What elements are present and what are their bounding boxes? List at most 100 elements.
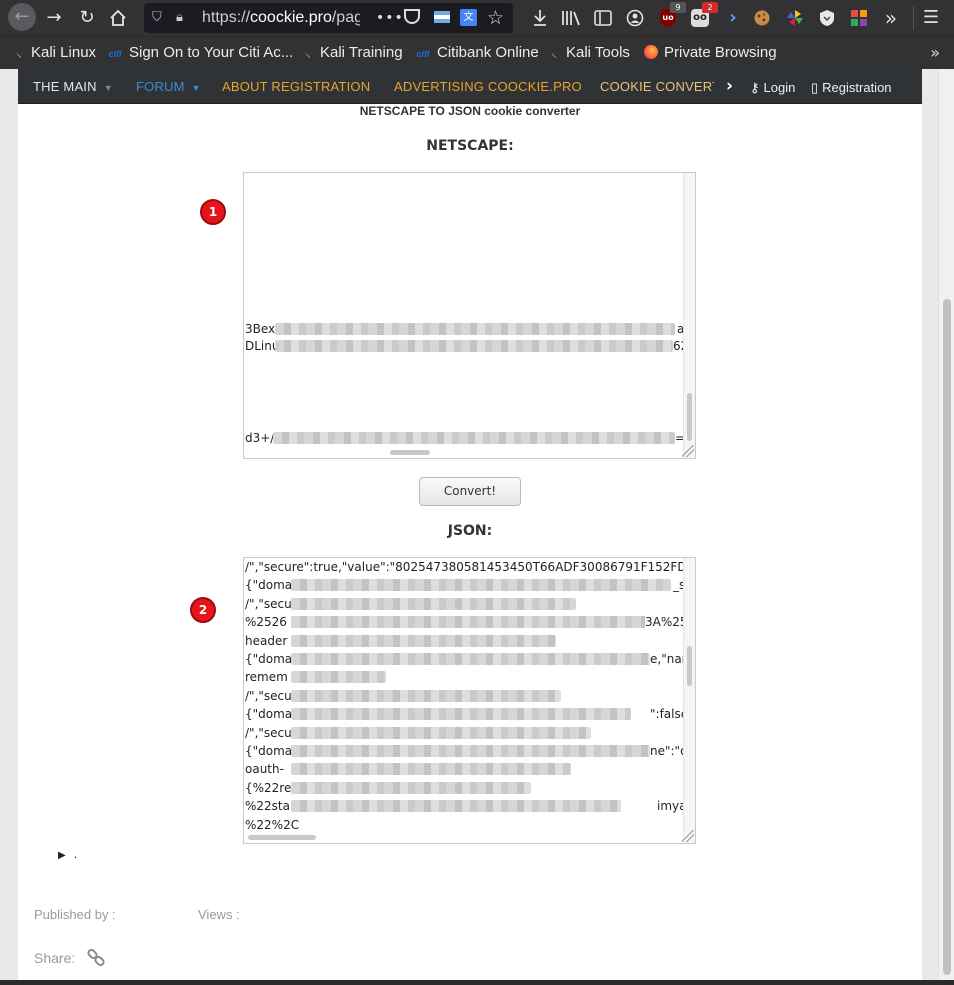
argentina-flag-icon[interactable] <box>434 11 450 23</box>
kali-dragon-icon: ⸜ <box>304 46 311 60</box>
nav-scroll-right-icon[interactable]: › <box>726 69 733 103</box>
redacted-text <box>291 708 631 721</box>
library-icon[interactable] <box>560 6 582 30</box>
json-line: remem <box>245 669 685 685</box>
browser-toolbar: ← → ↻ ⛉ 🔒︎ https://coockie.pro/page ••• … <box>0 0 954 36</box>
json-horizontal-scroll-thumb[interactable] <box>248 835 316 840</box>
url-text[interactable]: https://coockie.pro/page <box>202 3 360 33</box>
bookmark-citibank-online[interactable]: cifi Citibank Online <box>414 37 538 69</box>
redacted-text <box>291 745 671 757</box>
redacted-text <box>291 634 556 647</box>
json-heading: JSON: <box>447 523 493 539</box>
nav-the-main[interactable]: THE MAIN ▼ <box>33 69 113 103</box>
bookmark-citi-signon[interactable]: cifi Sign On to Your Citi Ac... <box>106 37 293 69</box>
url-bar[interactable]: ⛉ 🔒︎ https://coockie.pro/page ••• 文 ☆ <box>144 3 513 33</box>
details-disclosure[interactable]: ▶. <box>58 848 77 861</box>
views-label: Views : <box>198 907 240 922</box>
json-line: {"doma e,"nam <box>245 651 694 667</box>
bookmark-kali-linux[interactable]: ⸜ Kali Linux <box>12 37 96 69</box>
hamburger-menu-button[interactable]: ☰ <box>920 6 942 30</box>
toolbar-overflow-button[interactable]: » <box>880 6 902 30</box>
netscape-horizontal-scroll-thumb[interactable] <box>390 450 430 455</box>
resize-grip-icon[interactable] <box>682 830 694 842</box>
document-icon: ▯ <box>811 80 819 95</box>
redacted-text <box>291 671 386 684</box>
redacted-text <box>273 432 675 444</box>
ublock-badge: 9 <box>670 2 686 13</box>
caret-down-icon: ▼ <box>103 83 113 93</box>
citi-logo-icon: cifi <box>416 49 430 59</box>
share-label: Share: <box>34 950 76 966</box>
bookmark-private-browsing[interactable]: Private Browsing <box>644 37 777 69</box>
redacted-text <box>291 653 661 665</box>
link-icon[interactable] <box>86 948 106 968</box>
reload-icon: ↻ <box>79 7 95 28</box>
json-line: {%22re <box>245 780 685 796</box>
json-line: %22sta imyac <box>245 798 694 815</box>
bookmark-kali-training[interactable]: ⸜ Kali Training <box>301 37 403 69</box>
toolbar-separator <box>913 6 914 30</box>
redacted-text <box>291 800 621 813</box>
nav-cookie-converter[interactable]: COOKIE CONVERTER <box>600 69 714 103</box>
bookmarks-overflow-button[interactable]: » <box>930 37 940 69</box>
netscape-textarea[interactable]: 3Bex a DLinu 62 d3+/ = <box>243 172 696 459</box>
json-line: oauth- <box>245 761 685 777</box>
nav-about-registration[interactable]: ABOUT REGISTRATION <box>222 69 370 103</box>
json-line: {"doma ne":"o <box>245 743 688 759</box>
netscape-vertical-scrollbar[interactable] <box>683 173 695 458</box>
home-button[interactable] <box>106 6 130 30</box>
redacted-text <box>275 323 675 335</box>
registration-link[interactable]: ▯ Registration <box>811 69 892 103</box>
redacted-text <box>275 340 673 352</box>
kali-dragon-icon: ⸜ <box>550 46 557 60</box>
json-scroll-thumb[interactable] <box>687 646 692 686</box>
annotation-marker-2: 2 <box>190 597 216 623</box>
json-line: /","secu <box>245 725 685 741</box>
redacted-text <box>291 726 591 739</box>
json-vertical-scrollbar[interactable] <box>683 558 695 843</box>
key-icon: ⚷ <box>750 80 760 95</box>
caret-down-icon: ▼ <box>191 83 201 93</box>
redacted-text <box>291 781 531 794</box>
netscape-heading: NETSCAPE: <box>426 138 514 154</box>
json-line: /","secure":true,"value":"80254738058145… <box>245 560 694 574</box>
cookie-extension-icon[interactable] <box>752 6 772 30</box>
page-scroll-thumb[interactable] <box>943 299 951 975</box>
json-textarea[interactable]: %22%2C %22sta imyac {%22re oauth- {"doma ne":"… <box>243 557 696 844</box>
back-button[interactable]: ← <box>8 3 36 31</box>
account-icon[interactable] <box>624 6 646 30</box>
json-line: header <box>245 633 685 649</box>
bookmarks-toolbar: ⸜ Kali Linux cifi Sign On to Your Citi Ac.… <box>0 36 954 69</box>
resize-grip-icon[interactable] <box>682 445 694 457</box>
nav-forum[interactable]: FORUM ▼ <box>136 69 201 103</box>
translate-icon[interactable]: 文 <box>460 9 477 26</box>
privacy-badge: 2 <box>702 2 718 13</box>
redacted-text <box>291 763 571 776</box>
nav-advertising[interactable]: ADVERTISING COOCKIE.PRO <box>394 69 582 103</box>
download-icon[interactable] <box>530 6 550 30</box>
sidebar-icon[interactable] <box>592 6 614 30</box>
netscape-line: d3+/ = <box>245 431 686 445</box>
prompt-extension-icon[interactable]: › <box>724 6 742 30</box>
json-line: {"doma_sq"," <box>245 577 695 594</box>
json-line: %22%2C <box>245 817 300 832</box>
lock-icon[interactable]: 🔒︎ <box>176 9 183 27</box>
shield-extension-icon[interactable] <box>817 6 837 30</box>
reload-button[interactable]: ↻ <box>75 6 99 30</box>
login-link[interactable]: ⚷ Login <box>750 69 795 103</box>
citi-logo-icon: cifi <box>108 49 122 59</box>
forward-button[interactable]: → <box>42 6 66 30</box>
bookmark-star-icon[interactable]: ☆ <box>487 5 504 31</box>
annotation-marker-1: 1 <box>200 199 226 225</box>
page-actions-button[interactable]: ••• <box>376 3 404 33</box>
convert-button[interactable]: Convert! <box>419 477 521 506</box>
json-line: /","secu <box>245 688 685 704</box>
netscape-line: 3Bex a <box>245 322 685 336</box>
netscape-scroll-thumb[interactable] <box>687 393 692 441</box>
pinwheel-extension-icon[interactable] <box>784 6 806 30</box>
bookmark-kali-tools[interactable]: ⸜ Kali Tools <box>547 37 630 69</box>
tracking-shield-icon[interactable]: ⛉ <box>152 10 166 26</box>
puzzle-extension-icon[interactable] <box>849 6 869 30</box>
page-scrollbar[interactable] <box>938 69 954 985</box>
pocket-icon[interactable] <box>404 9 420 24</box>
